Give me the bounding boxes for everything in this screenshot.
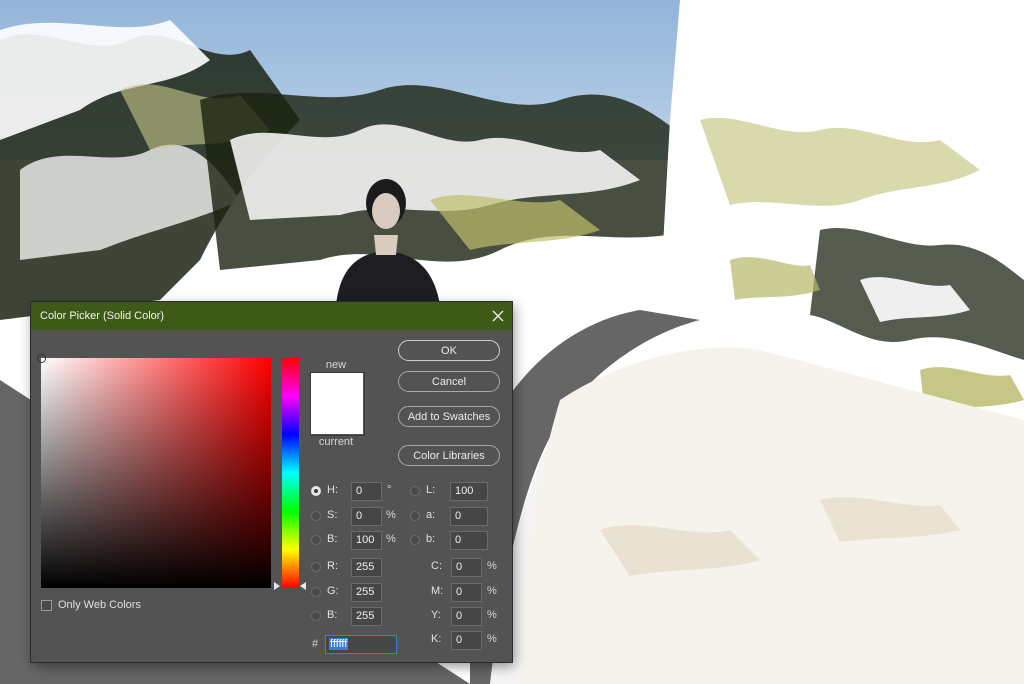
hex-value-selected: ffffff	[329, 638, 349, 650]
new-color-swatch	[311, 373, 363, 404]
only-web-colors-label: Only Web Colors	[58, 599, 141, 611]
hex-hash-label: #	[312, 638, 319, 650]
color-field[interactable]	[37, 354, 271, 588]
saturation-row: S: 0 %	[311, 507, 401, 526]
saturation-radio[interactable]	[311, 511, 321, 521]
magenta-unit: %	[487, 585, 497, 597]
magenta-row: M: 0 %	[431, 583, 506, 602]
yellow-input[interactable]: 0	[451, 607, 482, 626]
yellow-unit: %	[487, 609, 497, 621]
current-color-swatch[interactable]	[311, 404, 363, 434]
green-input[interactable]: 255	[351, 583, 382, 602]
saturation-unit: %	[386, 509, 396, 521]
brightness-input[interactable]: 100	[351, 531, 382, 550]
person-figure	[336, 179, 440, 305]
yellow-row: Y: 0 %	[431, 607, 506, 626]
ok-button[interactable]: OK	[398, 340, 500, 361]
lab-l-row: L: 100	[410, 482, 500, 501]
hue-radio[interactable]	[311, 486, 321, 496]
brightness-label: B:	[327, 533, 338, 545]
lab-b-label: b:	[426, 533, 436, 545]
hue-label: H:	[327, 484, 338, 496]
lab-b-row: b: 0	[410, 531, 500, 550]
black-input[interactable]: 0	[451, 631, 482, 650]
only-web-colors-checkbox[interactable]	[41, 600, 52, 611]
blue-radio[interactable]	[311, 611, 321, 621]
lab-b-input[interactable]: 0	[450, 531, 488, 550]
green-radio[interactable]	[311, 587, 321, 597]
green-label: G:	[327, 585, 339, 597]
lab-a-row: a: 0	[410, 507, 500, 526]
lab-b-radio[interactable]	[410, 535, 420, 545]
current-color-label: current	[318, 436, 354, 448]
lab-l-radio[interactable]	[410, 486, 420, 496]
cancel-button[interactable]: Cancel	[398, 371, 500, 392]
magenta-input[interactable]: 0	[451, 583, 482, 602]
cyan-row: C: 0 %	[431, 558, 506, 577]
color-picker-dialog: Color Picker (Solid Color) new current O…	[31, 302, 512, 662]
hex-input[interactable]: ffffff	[325, 635, 397, 654]
hue-slider[interactable]	[282, 358, 299, 588]
hue-slider-arrow-right[interactable]	[300, 582, 306, 590]
color-field-marker[interactable]	[37, 354, 46, 363]
cyan-unit: %	[487, 560, 497, 572]
close-icon	[492, 310, 504, 322]
lab-l-input[interactable]: 100	[450, 482, 488, 501]
blue-input[interactable]: 255	[351, 607, 382, 626]
yellow-label: Y:	[431, 609, 441, 621]
cyan-input[interactable]: 0	[451, 558, 482, 577]
brightness-radio[interactable]	[311, 535, 321, 545]
saturation-input[interactable]: 0	[351, 507, 382, 526]
blue-label: B:	[327, 609, 338, 621]
dialog-titlebar[interactable]: Color Picker (Solid Color)	[31, 302, 512, 330]
red-radio[interactable]	[311, 562, 321, 572]
lab-a-label: a:	[426, 509, 436, 521]
black-label: K:	[431, 633, 442, 645]
new-color-label: new	[325, 359, 347, 371]
red-input[interactable]: 255	[351, 558, 382, 577]
hue-row: H: 0 °	[311, 482, 401, 501]
lab-a-input[interactable]: 0	[450, 507, 488, 526]
cyan-label: C:	[431, 560, 442, 572]
red-label: R:	[327, 560, 338, 572]
magenta-label: M:	[431, 585, 444, 597]
lab-l-label: L:	[426, 484, 436, 496]
hue-slider-arrow-left[interactable]	[274, 582, 280, 590]
lab-a-radio[interactable]	[410, 511, 420, 521]
red-row: R: 255	[311, 558, 401, 577]
color-libraries-button[interactable]: Color Libraries	[398, 445, 500, 466]
brightness-unit: %	[386, 533, 396, 545]
close-button[interactable]	[484, 302, 512, 330]
brightness-row: B: 100 %	[311, 531, 401, 550]
blue-row: B: 255	[311, 607, 401, 626]
hue-input[interactable]: 0	[351, 482, 382, 501]
green-row: G: 255	[311, 583, 401, 602]
dialog-title: Color Picker (Solid Color)	[40, 310, 165, 322]
add-to-swatches-button[interactable]: Add to Swatches	[398, 406, 500, 427]
black-unit: %	[487, 633, 497, 645]
black-row: K: 0 %	[431, 631, 506, 650]
hue-unit: °	[387, 484, 392, 496]
saturation-label: S:	[327, 509, 338, 521]
